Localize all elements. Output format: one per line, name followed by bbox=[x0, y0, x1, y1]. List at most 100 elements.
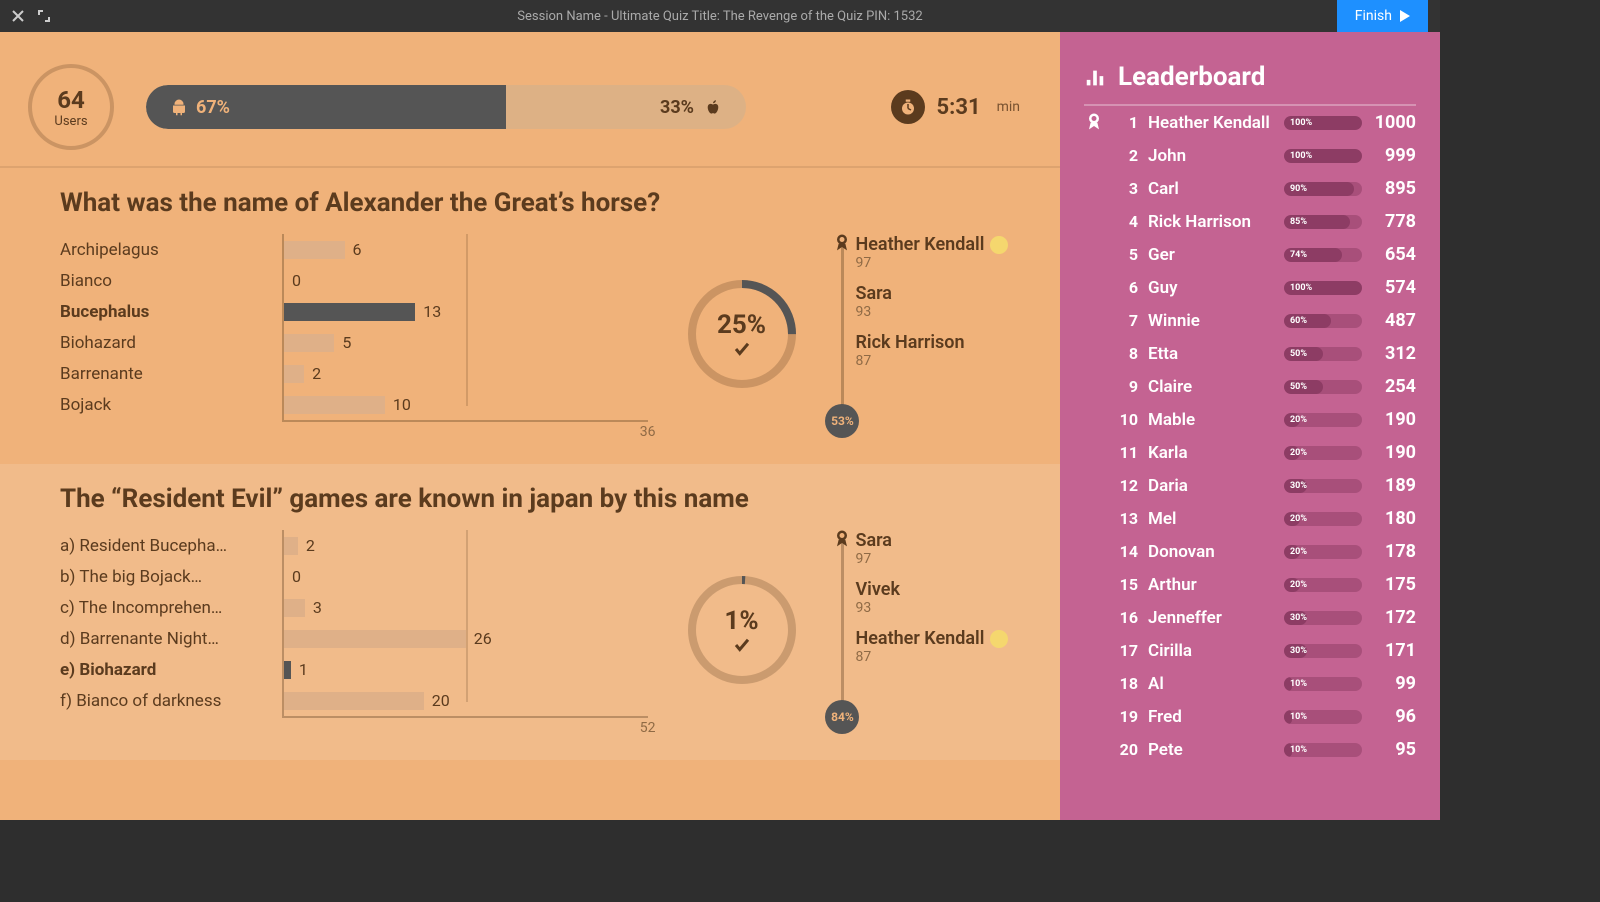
users-count: 64 bbox=[57, 86, 85, 114]
top-player-score: 87 bbox=[855, 353, 1020, 369]
clock-icon bbox=[891, 90, 925, 124]
leaderboard-row[interactable]: 16Jenneffer30%172 bbox=[1084, 601, 1416, 634]
bar-value: 3 bbox=[313, 598, 322, 617]
bar-value: 26 bbox=[474, 629, 492, 648]
leaderboard-name: Heather Kendall bbox=[1148, 113, 1274, 133]
leaderboard-rank: 1 bbox=[1116, 113, 1138, 132]
leaderboard-progress: 30% bbox=[1284, 644, 1362, 658]
leaderboard-score: 180 bbox=[1372, 508, 1416, 529]
bar bbox=[284, 599, 305, 617]
leaderboard-name: Karla bbox=[1148, 443, 1274, 463]
leaderboard-row[interactable]: 11Karla20%190 bbox=[1084, 436, 1416, 469]
bar-value: 0 bbox=[292, 271, 301, 290]
answer-option: b) The big Bojack… bbox=[60, 561, 252, 592]
leaderboard-name: Pete bbox=[1148, 740, 1274, 760]
answers-list: ArchipelagusBiancoBucephalusBiohazardBar… bbox=[60, 234, 252, 434]
leaderboard-row[interactable]: 19 Fred 10% 96 bbox=[1084, 700, 1416, 733]
leaderboard-progress: 30% bbox=[1284, 611, 1362, 625]
question-card: What was the name of Alexander the Great… bbox=[0, 168, 1060, 464]
leaderboard-row[interactable]: 2John100%999 bbox=[1084, 139, 1416, 172]
face-icon bbox=[990, 630, 1008, 648]
answer-option: Barrenante bbox=[60, 358, 252, 389]
leaderboard-name: Claire bbox=[1148, 377, 1274, 397]
ring-pct: 25% bbox=[717, 310, 766, 340]
answer-label: Bianco bbox=[60, 271, 112, 291]
answer-label: Archipelagus bbox=[60, 240, 159, 260]
os-distribution-bar: 67% 33% bbox=[146, 85, 746, 129]
maximize-icon[interactable] bbox=[38, 10, 50, 22]
leaderboard-name: Jenneffer bbox=[1148, 608, 1274, 628]
close-icon[interactable] bbox=[12, 10, 24, 22]
leaderboard-rank: 4 bbox=[1116, 212, 1138, 231]
android-icon bbox=[170, 98, 188, 116]
leaderboard-rank: 13 bbox=[1116, 509, 1138, 528]
leaderboard-row[interactable]: 4Rick Harrison85%778 bbox=[1084, 205, 1416, 238]
leaderboard-row[interactable]: 7Winnie60%487 bbox=[1084, 304, 1416, 337]
leaderboard-name: Donovan bbox=[1148, 542, 1274, 562]
ribbon-icon bbox=[832, 232, 854, 254]
answer-option: Bianco bbox=[60, 265, 252, 296]
titlebar: Session Name - Ultimate Quiz Title: The … bbox=[0, 0, 1440, 32]
leaderboard-rank: 19 bbox=[1116, 707, 1138, 726]
answer-option: Biohazard bbox=[60, 327, 252, 358]
face-icon bbox=[990, 236, 1008, 254]
leaderboard-row[interactable]: 5Ger74%654 bbox=[1084, 238, 1416, 271]
leaderboard-row[interactable]: 1Heather Kendall 100%1000 bbox=[1084, 106, 1416, 139]
answer-option: d) Barrenante Night… bbox=[60, 623, 252, 654]
leaderboard-score: 895 bbox=[1372, 178, 1416, 199]
answer-option: Bojack bbox=[60, 389, 252, 420]
apple-label: 33% bbox=[660, 97, 746, 118]
leaderboard-row[interactable]: 14Donovan20%178 bbox=[1084, 535, 1416, 568]
leaderboard-row[interactable]: 13Mel20%180 bbox=[1084, 502, 1416, 535]
leaderboard-row[interactable]: 6Guy100%574 bbox=[1084, 271, 1416, 304]
leaderboard-row[interactable]: 15Arthur20%175 bbox=[1084, 568, 1416, 601]
top-player-score: 93 bbox=[855, 600, 1020, 616]
leaderboard-progress: 90% bbox=[1284, 182, 1362, 196]
correct-ratio: 1% bbox=[678, 530, 806, 730]
bar-value: 2 bbox=[306, 536, 315, 555]
leaderboard-row[interactable]: 18Al10%99 bbox=[1084, 667, 1416, 700]
leaderboard-score: 171 bbox=[1372, 640, 1416, 661]
android-pct: 67% bbox=[196, 97, 230, 118]
bar-value: 1 bbox=[299, 660, 308, 679]
answers-chart: 2032612052 bbox=[282, 530, 648, 730]
top-player-name: Sara bbox=[855, 530, 1020, 551]
bar-value: 20 bbox=[432, 691, 450, 710]
leaderboard-progress: 10% bbox=[1284, 710, 1362, 724]
top3-list: Heather Kendall 97Sara93Rick Harrison875… bbox=[835, 234, 1020, 434]
leaderboard-score: 99 bbox=[1372, 673, 1416, 694]
leaderboard-progress: 10% bbox=[1284, 677, 1362, 691]
top-player-score: 97 bbox=[855, 255, 1020, 271]
leaderboard-name: Fred bbox=[1148, 707, 1274, 727]
leaderboard-row[interactable]: 8Etta50%312 bbox=[1084, 337, 1416, 370]
leaderboard-rank: 18 bbox=[1116, 674, 1138, 693]
leaderboard-row[interactable]: 17Cirilla30%171 bbox=[1084, 634, 1416, 667]
leaderboard-progress: 100% bbox=[1284, 281, 1362, 295]
main-panel: 64 Users 67% 33% bbox=[0, 32, 1060, 820]
leaderboard-row[interactable]: 20Pete10%95 bbox=[1084, 733, 1416, 766]
answer-label: b) The big Bojack… bbox=[60, 567, 202, 587]
bar bbox=[284, 241, 345, 259]
leaderboard-name: Ger bbox=[1148, 245, 1274, 265]
leaderboard-row[interactable]: 3Carl90%895 bbox=[1084, 172, 1416, 205]
top-player-name: Sara bbox=[855, 283, 1020, 304]
leaderboard-row[interactable]: 12Daria30%189 bbox=[1084, 469, 1416, 502]
leaderboard-rows[interactable]: 1Heather Kendall 100%10002John100%9993Ca… bbox=[1084, 106, 1416, 766]
finish-button[interactable]: Finish bbox=[1337, 0, 1428, 32]
question-card: The “Resident Evil” games are known in j… bbox=[0, 464, 1060, 760]
leaderboard-row[interactable]: 9Claire50%254 bbox=[1084, 370, 1416, 403]
leaderboard-score: 1000 bbox=[1372, 112, 1416, 133]
timer-value: 5:31 bbox=[937, 95, 981, 120]
leaderboard-progress: 100% bbox=[1284, 149, 1362, 163]
questions-list[interactable]: What was the name of Alexander the Great… bbox=[0, 168, 1060, 816]
answer-label: a) Resident Bucepha… bbox=[60, 536, 227, 556]
answer-label: Bojack bbox=[60, 395, 111, 415]
leaderboard-score: 189 bbox=[1372, 475, 1416, 496]
leaderboard-score: 96 bbox=[1372, 706, 1416, 727]
answer-option: e) Biohazard bbox=[60, 654, 252, 685]
leaderboard-row[interactable]: 10Mable20%190 bbox=[1084, 403, 1416, 436]
top-player-score: 93 bbox=[855, 304, 1020, 320]
apple-pct: 33% bbox=[660, 97, 694, 118]
ribbon-icon bbox=[832, 528, 854, 550]
chart-max: 52 bbox=[640, 720, 656, 736]
